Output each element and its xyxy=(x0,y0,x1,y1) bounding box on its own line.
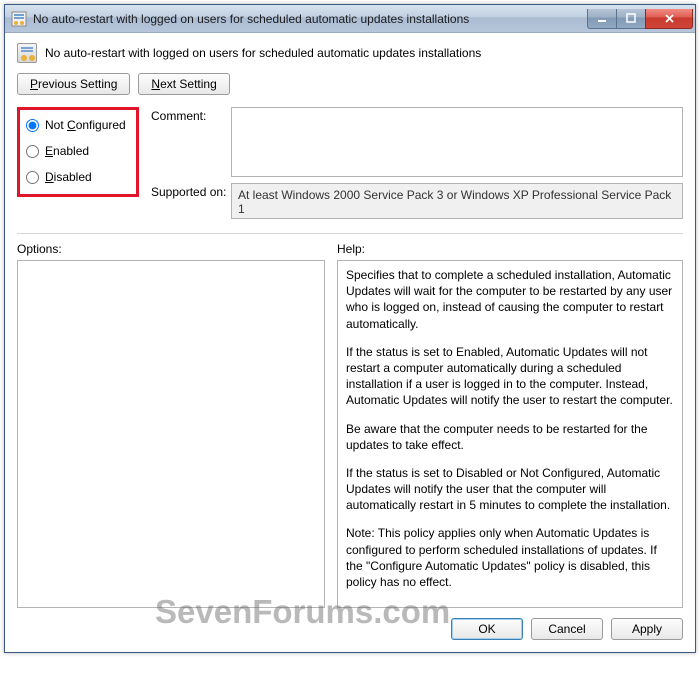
supported-label: Supported on: xyxy=(151,183,231,219)
titlebar[interactable]: No auto-restart with logged on users for… xyxy=(5,5,695,33)
help-p5: Note: This policy applies only when Auto… xyxy=(346,525,674,590)
previous-setting-button[interactable]: Previous Setting xyxy=(17,73,130,95)
policy-icon xyxy=(17,43,37,63)
dialog-footer: OK Cancel Apply xyxy=(17,608,683,640)
window-controls xyxy=(588,9,693,29)
policy-heading: No auto-restart with logged on users for… xyxy=(45,46,481,60)
panels: Specifies that to complete a scheduled i… xyxy=(17,260,683,608)
comment-row: Comment: xyxy=(151,107,683,177)
comment-textarea[interactable] xyxy=(231,107,683,177)
radio-disabled-input[interactable] xyxy=(26,171,39,184)
supported-row: Supported on: At least Windows 2000 Serv… xyxy=(151,183,683,219)
nav-buttons: Previous Setting Next Setting xyxy=(17,73,683,95)
radio-enabled[interactable]: Enabled xyxy=(26,144,130,158)
radio-not-configured[interactable]: Not Configured xyxy=(26,118,130,132)
ok-button[interactable]: OK xyxy=(451,618,523,640)
next-setting-button[interactable]: Next Setting xyxy=(138,73,229,95)
comment-label: Comment: xyxy=(151,107,231,177)
radio-disabled[interactable]: Disabled xyxy=(26,170,130,184)
help-p4: If the status is set to Disabled or Not … xyxy=(346,465,674,514)
help-p2: If the status is set to Enabled, Automat… xyxy=(346,344,674,409)
help-label: Help: xyxy=(337,242,365,256)
fields-column: Comment: Supported on: At least Windows … xyxy=(151,107,683,225)
app-icon xyxy=(11,11,27,27)
dialog-content: No auto-restart with logged on users for… xyxy=(5,33,695,652)
config-row: Not Configured Enabled Disabled Comment: xyxy=(17,107,683,225)
help-p1: Specifies that to complete a scheduled i… xyxy=(346,267,674,332)
window-title: No auto-restart with logged on users for… xyxy=(33,12,588,26)
options-panel[interactable] xyxy=(17,260,325,608)
heading-row: No auto-restart with logged on users for… xyxy=(17,43,683,63)
options-label: Options: xyxy=(17,242,325,256)
policy-dialog-window: No auto-restart with logged on users for… xyxy=(4,4,696,653)
apply-button[interactable]: Apply xyxy=(611,618,683,640)
minimize-button[interactable] xyxy=(587,9,617,29)
state-radio-group: Not Configured Enabled Disabled xyxy=(17,107,139,197)
maximize-button[interactable] xyxy=(616,9,646,29)
radio-enabled-input[interactable] xyxy=(26,145,39,158)
cancel-button[interactable]: Cancel xyxy=(531,618,603,640)
supported-on-text: At least Windows 2000 Service Pack 3 or … xyxy=(231,183,683,219)
divider xyxy=(17,233,683,234)
close-button[interactable] xyxy=(645,9,693,29)
radio-not-configured-input[interactable] xyxy=(26,119,39,132)
panel-labels: Options: Help: xyxy=(17,242,683,256)
help-panel[interactable]: Specifies that to complete a scheduled i… xyxy=(337,260,683,608)
help-p3: Be aware that the computer needs to be r… xyxy=(346,421,674,453)
